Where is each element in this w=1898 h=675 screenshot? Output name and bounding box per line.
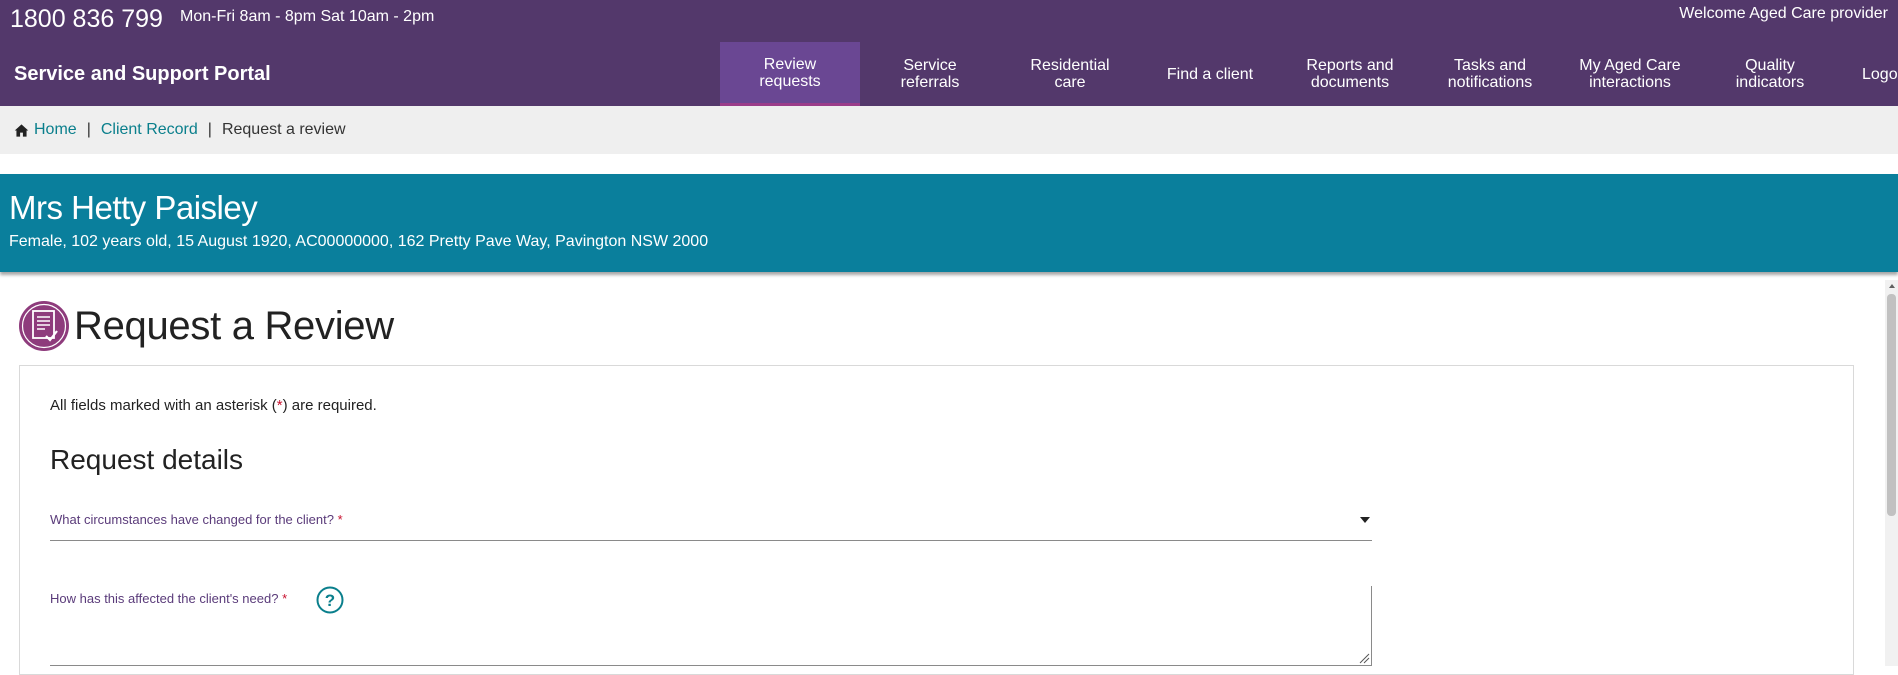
home-icon [14, 123, 29, 137]
circumstances-select[interactable]: What circumstances have changed for the … [50, 511, 1372, 541]
nav-find-a-client[interactable]: Find a client [1140, 42, 1280, 106]
nav-quality-indicators[interactable]: Quality indicators [1700, 42, 1840, 106]
nav-logout[interactable]: Logout [1840, 42, 1898, 106]
nav-item-label: Residential care [1030, 57, 1110, 91]
client-name: Mrs Hetty Paisley [9, 189, 258, 226]
scrollbar-thumb[interactable] [1887, 294, 1896, 516]
required-asterisk: * [282, 591, 288, 606]
client-details: Female, 102 years old, 15 August 1920, A… [9, 233, 709, 250]
nav-service-referrals[interactable]: Service referrals [860, 42, 1000, 106]
nav-item-label: My Aged Care interactions [1579, 57, 1681, 91]
breadcrumb-home-link[interactable]: Home [34, 121, 77, 139]
circumstances-label-text: What circumstances have changed for the … [50, 512, 334, 527]
section-title: Request details [50, 444, 244, 475]
top-bar: 1800 836 799 Mon-Fri 8am - 8pm Sat 10am … [0, 0, 1898, 106]
question-mark-icon[interactable]: ? [316, 586, 344, 614]
opening-hours: Mon-Fri 8am - 8pm Sat 10am - 2pm [180, 8, 435, 25]
breadcrumb-separator: | [207, 121, 212, 138]
caret-down-icon[interactable] [1360, 517, 1370, 523]
breadcrumb-client-record-link[interactable]: Client Record [101, 121, 198, 139]
resize-grip-icon[interactable] [1358, 652, 1370, 664]
nav-tasks-and-notifications[interactable]: Tasks and notifications [1420, 42, 1560, 106]
required-note-suffix: ) are required. [282, 397, 377, 414]
nav-my-aged-care-interactions[interactable]: My Aged Care interactions [1560, 42, 1700, 106]
nav-review-requests[interactable]: Review requests [720, 42, 860, 106]
nav-item-label: Review requests [759, 55, 821, 90]
page-scrollbar[interactable] [1885, 280, 1898, 666]
main-nav: Review requests Service referrals Resident… [720, 42, 1898, 106]
portal-title[interactable]: Service and Support Portal [14, 62, 271, 86]
scroll-up-icon[interactable] [1885, 280, 1898, 292]
nav-item-label: Find a client [1166, 65, 1254, 83]
document-check-icon [19, 301, 69, 351]
affected-need-label: How has this affected the client's need?… [50, 591, 287, 606]
affected-need-label-text: How has this affected the client's need? [50, 591, 279, 606]
svg-text:?: ? [325, 591, 335, 610]
nav-item-label: Tasks and notifications [1447, 57, 1533, 91]
required-note-prefix: All fields marked with an asterisk ( [50, 397, 277, 414]
nav-item-label: Quality indicators [1735, 57, 1805, 91]
breadcrumb: Home | Client Record | Request a review [0, 106, 1898, 154]
breadcrumb-current: Request a review [221, 121, 346, 138]
required-asterisk: * [337, 512, 343, 527]
circumstances-label: What circumstances have changed for the … [50, 512, 343, 527]
nav-residential-care[interactable]: Residential care [1000, 42, 1140, 106]
breadcrumb-separator: | [86, 121, 91, 138]
contact-phone: 1800 836 799 [10, 5, 163, 33]
page-title-row: Request a Review [18, 300, 394, 352]
nav-reports-and-documents[interactable]: Reports and documents [1280, 42, 1420, 106]
page-title: Request a Review [74, 303, 394, 348]
nav-item-label: Reports and documents [1306, 57, 1394, 91]
nav-item-label: Logout [1862, 65, 1898, 83]
welcome-message: Welcome Aged Care provider [1679, 5, 1888, 22]
nav-item-label: Service referrals [900, 57, 960, 91]
request-form-card: All fields marked with an asterisk ( * ) a… [19, 365, 1854, 675]
required-fields-note: All fields marked with an asterisk (*) a… [50, 397, 377, 414]
client-banner: Mrs Hetty Paisley Female, 102 years old,… [0, 174, 1898, 272]
